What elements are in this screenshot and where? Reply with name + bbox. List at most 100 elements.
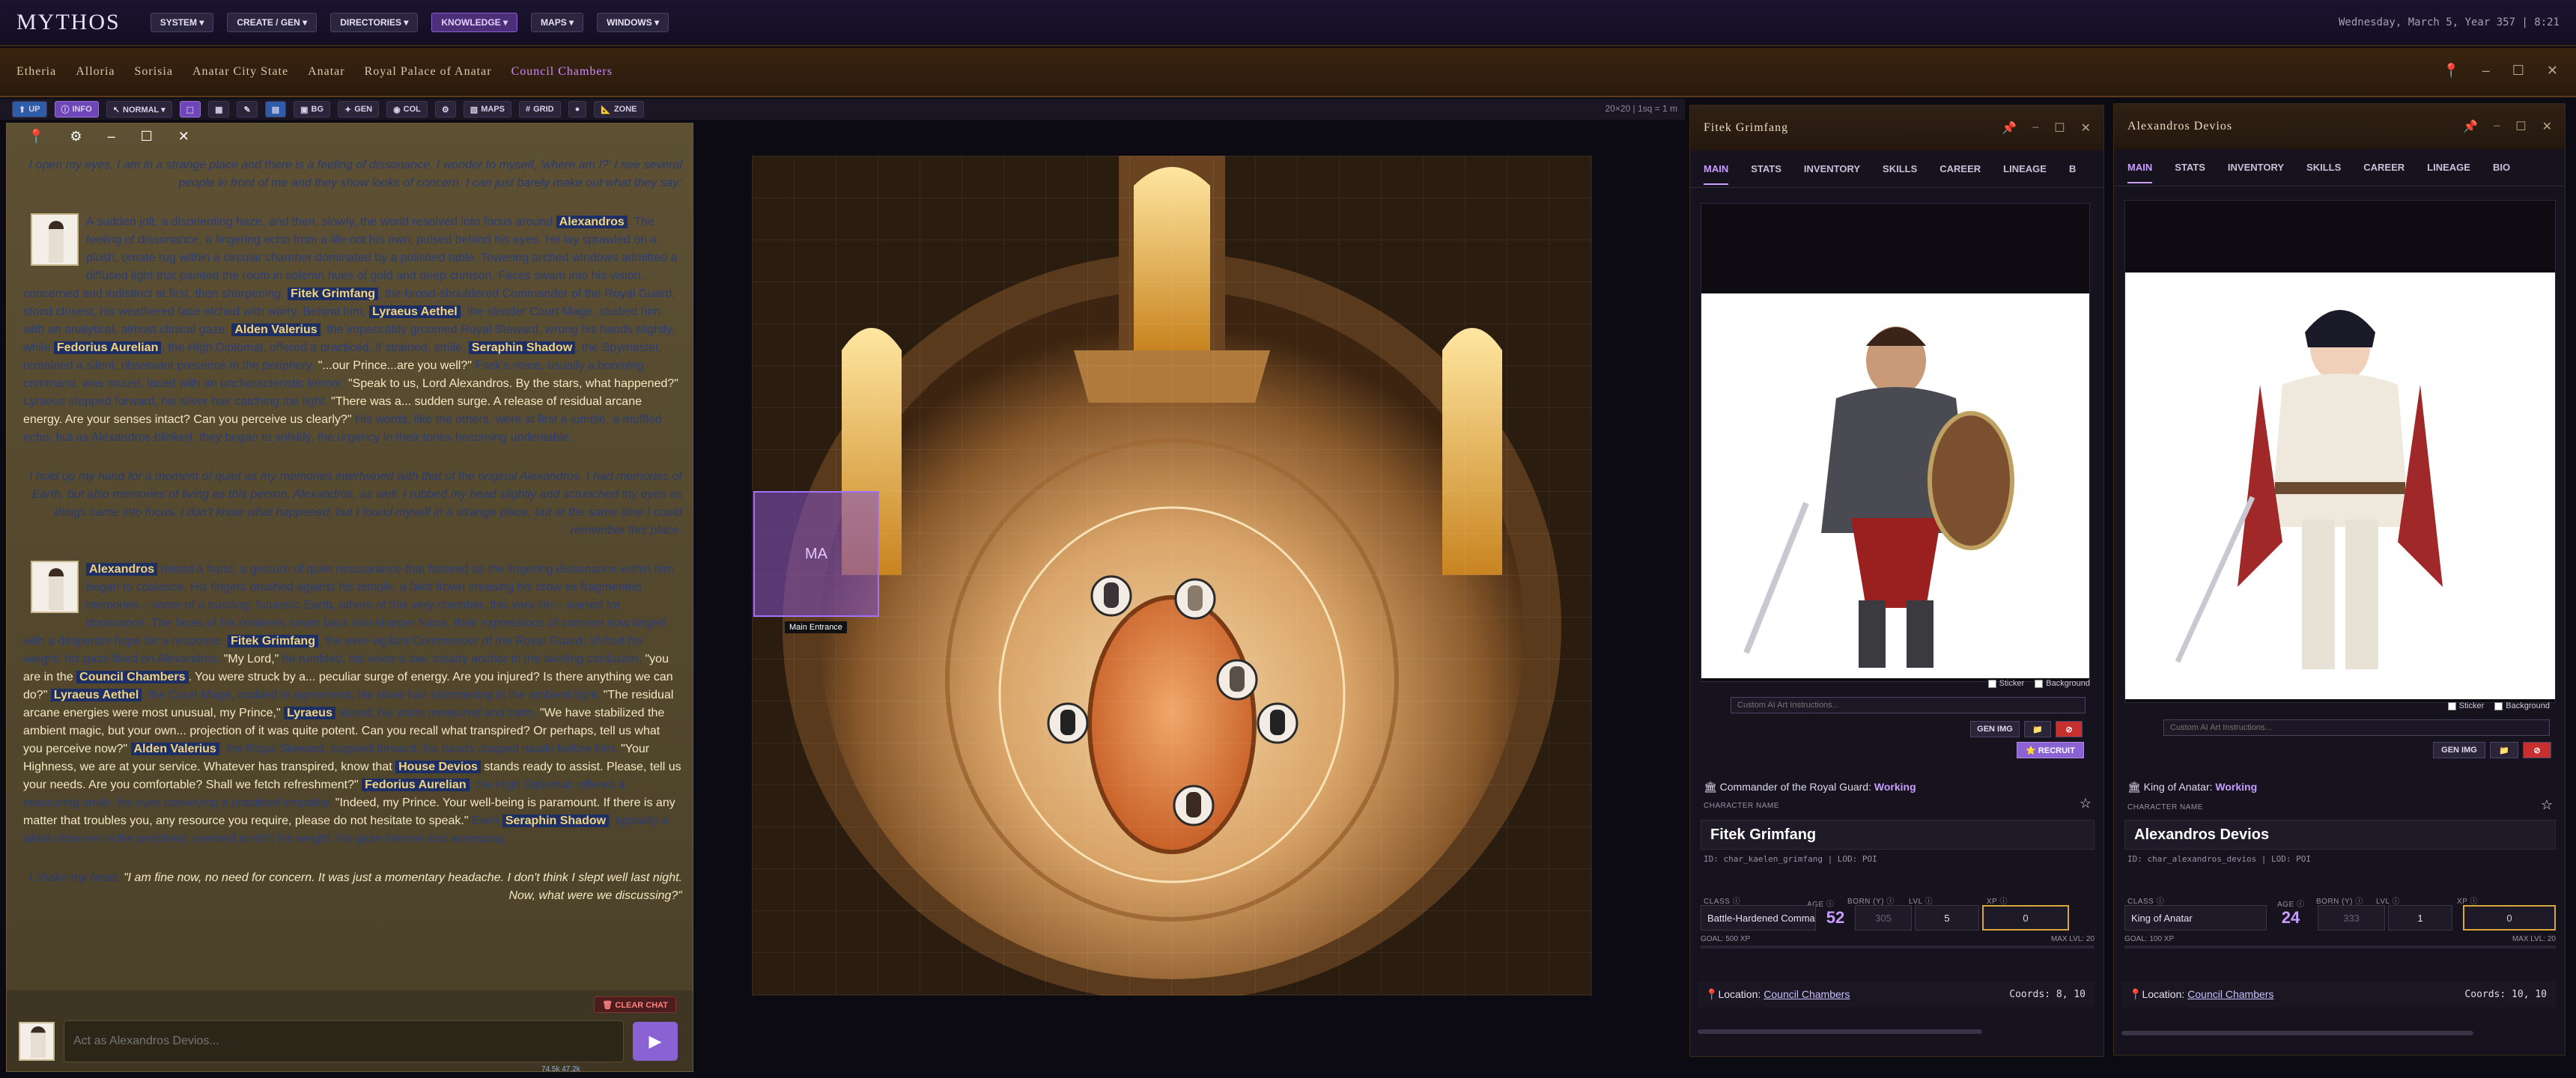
entity-link[interactable]: Seraphin Shadow — [502, 814, 610, 827]
crumb-alloria[interactable]: Alloria — [76, 65, 115, 79]
tab-main[interactable]: MAIN — [2127, 162, 2153, 183]
maximize-icon[interactable]: ☐ — [2054, 121, 2065, 135]
select-tool-button[interactable]: ⬚ — [179, 101, 201, 118]
tab-stats[interactable]: STATS — [1751, 163, 1781, 174]
character-portrait[interactable] — [1701, 293, 2089, 678]
entity-link[interactable]: Lyraeus — [284, 707, 335, 719]
menu-create-gen[interactable]: CREATE / GEN ▾ — [227, 13, 318, 32]
tab-bio[interactable]: B — [2069, 163, 2076, 174]
entity-link[interactable]: Fedorius Aurelian — [362, 779, 470, 791]
tab-career[interactable]: CAREER — [1939, 163, 1981, 174]
born-field[interactable]: 305 — [1855, 905, 1912, 931]
ai-art-instructions-input[interactable] — [2163, 719, 2550, 736]
zone-button[interactable]: 📐 ZONE — [594, 101, 644, 118]
entity-link[interactable]: Fedorius Aurelian — [53, 341, 162, 354]
favorite-star-icon[interactable]: ☆ — [2541, 797, 2553, 813]
delete-image-button[interactable]: ⊘ — [2056, 721, 2083, 737]
pin-icon[interactable]: 📌 — [2002, 121, 2017, 135]
crumb-council-chambers[interactable]: Council Chambers — [511, 65, 613, 79]
crumb-anatar-city-state[interactable]: Anatar City State — [192, 65, 288, 79]
background-checkbox[interactable]: Background — [2035, 679, 2090, 688]
token-npc-2[interactable] — [1174, 578, 1216, 620]
doc-tool-button[interactable]: ▤ — [264, 101, 287, 118]
close-icon[interactable]: ✕ — [2547, 63, 2558, 79]
level-field[interactable]: 1 — [2388, 905, 2452, 931]
marker-button[interactable]: ● — [568, 101, 587, 118]
tab-lineage[interactable]: LINEAGE — [2427, 162, 2470, 173]
clear-chat-button[interactable]: 🗑 CLEAR CHAT — [594, 996, 676, 1013]
maximize-icon[interactable]: ☐ — [2515, 119, 2527, 134]
bg-button[interactable]: ▣ BG — [294, 101, 330, 118]
menu-system[interactable]: SYSTEM ▾ — [150, 13, 214, 32]
born-field[interactable]: 333 — [2318, 905, 2385, 931]
minimize-icon[interactable]: – — [2482, 63, 2490, 79]
entity-link[interactable]: Lyraeus Aethel — [369, 305, 461, 318]
entity-link[interactable]: House Devios — [395, 761, 481, 773]
class-field[interactable]: King of Anatar — [2124, 905, 2267, 931]
crumb-royal-palace[interactable]: Royal Palace of Anatar — [365, 65, 492, 79]
info-button[interactable]: ⓘ INFO — [54, 101, 99, 118]
tab-inventory[interactable]: INVENTORY — [1804, 163, 1860, 174]
entity-link[interactable]: Council Chambers — [76, 671, 189, 683]
minimize-icon[interactable]: – — [108, 129, 115, 144]
entity-link[interactable]: Alden Valerius — [130, 743, 219, 755]
gen-img-button[interactable]: GEN IMG — [2433, 742, 2485, 758]
pin-icon[interactable]: 📌 — [2463, 119, 2479, 134]
up-button[interactable]: ⬆ UP — [12, 101, 47, 118]
col-button[interactable]: ◉ COL — [386, 101, 428, 118]
location-link[interactable]: Council Chambers — [1764, 988, 1850, 1000]
pin-icon[interactable]: 📍 — [28, 129, 44, 144]
close-icon[interactable]: ✕ — [2081, 121, 2092, 135]
layer-tool-button[interactable]: ▦ — [208, 101, 230, 118]
sticker-checkbox[interactable]: Sticker — [1987, 679, 2024, 688]
settings-button[interactable]: ⚙ — [434, 101, 456, 118]
entity-link[interactable]: Lyraeus Aethel — [50, 689, 142, 701]
maps-button[interactable]: ▧ MAPS — [463, 101, 511, 118]
token-npc-3[interactable] — [1216, 659, 1258, 701]
entity-link[interactable]: Fitek Grimfang — [228, 635, 318, 648]
class-field[interactable]: Battle-Hardened Commander — [1701, 905, 1816, 931]
entity-link[interactable]: Seraphin Shadow — [468, 341, 576, 354]
menu-windows[interactable]: WINDOWS ▾ — [597, 13, 669, 32]
app-logo[interactable]: MYTHOS — [16, 10, 121, 35]
delete-image-button[interactable]: ⊘ — [2523, 742, 2551, 758]
recruit-button[interactable]: ⭐ RECRUIT — [2017, 742, 2084, 758]
location-link[interactable]: Council Chambers — [2187, 988, 2273, 1000]
settings-icon[interactable]: ⚙ — [70, 129, 82, 144]
character-name-field[interactable]: Alexandros Devios — [2124, 820, 2556, 850]
horizontal-scrollbar[interactable] — [2121, 1031, 2473, 1035]
token-npc-4[interactable] — [1047, 702, 1089, 744]
level-field[interactable]: 5 — [1915, 905, 1979, 931]
tab-lineage[interactable]: LINEAGE — [2003, 163, 2047, 174]
pin-icon[interactable]: 📍 — [2443, 63, 2459, 79]
tab-bio[interactable]: BIO — [2493, 162, 2510, 173]
character-name-field[interactable]: Fitek Grimfang — [1701, 820, 2094, 850]
character-portrait[interactable] — [2125, 272, 2555, 699]
token-player[interactable] — [1173, 785, 1215, 826]
entity-link[interactable]: Alden Valerius — [231, 323, 321, 336]
minimize-icon[interactable]: – — [2494, 119, 2500, 134]
crumb-etheria[interactable]: Etheria — [16, 65, 56, 79]
ai-art-instructions-input[interactable] — [1731, 697, 2086, 713]
entity-link[interactable]: Alexandros — [86, 563, 158, 576]
horizontal-scrollbar[interactable] — [1698, 1029, 1982, 1034]
chat-log[interactable]: I open my eyes, I am in a strange place … — [23, 156, 682, 1017]
tab-skills[interactable]: SKILLS — [1883, 163, 1917, 174]
folder-button[interactable]: 📁 — [2024, 721, 2051, 737]
tab-stats[interactable]: STATS — [2175, 162, 2205, 173]
token-npc-1[interactable] — [1090, 575, 1132, 617]
favorite-star-icon[interactable]: ☆ — [2080, 796, 2092, 811]
menu-maps[interactable]: MAPS ▾ — [531, 13, 584, 32]
battle-map[interactable]: MA Main Entrance — [752, 156, 1592, 996]
mode-select[interactable]: ↖ NORMAL ▾ — [106, 101, 172, 118]
gen-button[interactable]: ✦ GEN — [338, 101, 380, 118]
close-icon[interactable]: ✕ — [178, 129, 189, 144]
tab-main[interactable]: MAIN — [1704, 163, 1729, 185]
maximize-icon[interactable]: ☐ — [141, 129, 153, 144]
xp-field[interactable]: 0 — [1982, 905, 2069, 931]
entity-link[interactable]: Fitek Grimfang — [288, 287, 379, 300]
grid-button[interactable]: # GRID — [518, 101, 561, 118]
tab-career[interactable]: CAREER — [2363, 162, 2405, 173]
close-icon[interactable]: ✕ — [2542, 119, 2553, 134]
minimize-icon[interactable]: – — [2032, 121, 2039, 135]
